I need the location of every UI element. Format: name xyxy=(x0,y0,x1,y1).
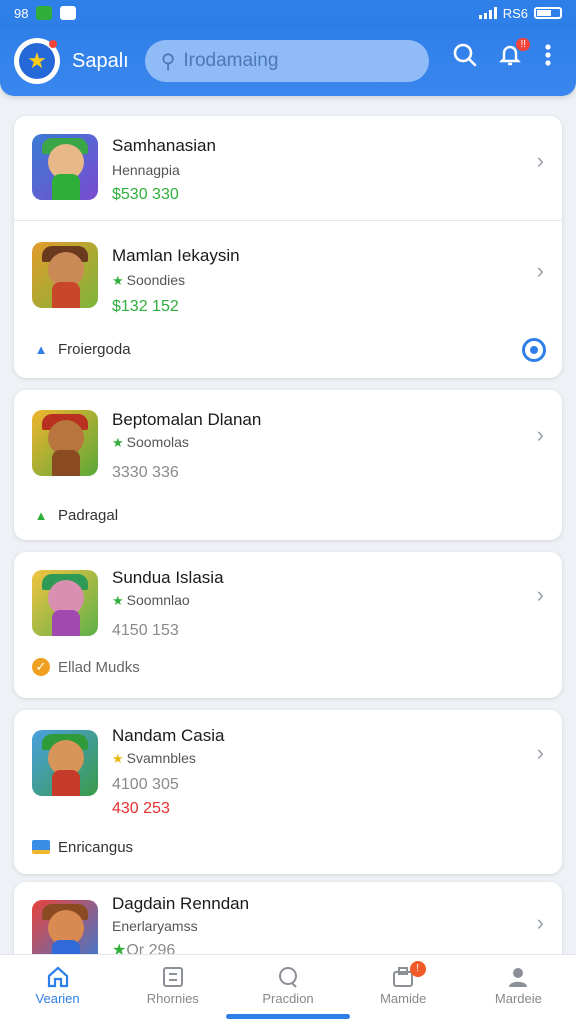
star-icon: ★ xyxy=(112,593,124,608)
item-price: 4150 153 xyxy=(112,622,179,639)
app-title: Sapalı xyxy=(72,49,129,72)
profile-icon xyxy=(506,965,530,991)
item-price: 3330 336 xyxy=(112,464,179,481)
item-subtitle: Enerlaryamss xyxy=(112,918,198,934)
item-subtitle: ★ Soomnlao xyxy=(112,592,190,608)
nav-item-home[interactable]: Vearien xyxy=(0,955,115,1024)
item-subtitle: ★ Soomolas xyxy=(112,434,189,450)
game-thumbnail xyxy=(32,134,98,200)
nav-badge: ! xyxy=(409,961,426,977)
nav-item-store[interactable]: ! Mamide xyxy=(346,955,461,1024)
search-icon: ⚲ xyxy=(160,50,176,73)
item-price: $132 152 xyxy=(112,298,179,315)
nav-label: Pracdion xyxy=(262,991,314,1006)
item-subtitle: ★ Soondies xyxy=(112,272,186,288)
star-icon: ★ xyxy=(19,43,55,79)
logo-dot xyxy=(49,40,57,48)
building-icon: ▲ xyxy=(34,341,48,357)
search-icon[interactable] xyxy=(452,42,478,75)
item-footer[interactable]: Enricangus xyxy=(32,838,133,856)
nav-item-profile[interactable]: Mardeie xyxy=(461,955,576,1024)
star-icon: ★ xyxy=(112,435,124,450)
home-icon xyxy=(46,965,70,991)
list-card[interactable]: Sunduа Islasia ★ Soomnlao 4150 153 › ✓ El… xyxy=(14,552,562,698)
message-icon xyxy=(36,6,53,20)
badge-icon: ✓ xyxy=(32,658,50,676)
radio-button[interactable] xyxy=(522,338,546,362)
grid-icon xyxy=(161,965,185,991)
chevron-right-icon: › xyxy=(536,422,544,447)
item-title: Nandam Casia xyxy=(112,726,225,745)
nav-label: Mardeie xyxy=(494,991,542,1006)
home-indicator xyxy=(226,1014,350,1019)
list-card[interactable]: Beptomalan Dlanan ★ Soomolas 3330 336 › ▲… xyxy=(14,390,562,540)
status-bar: 98 RS6 xyxy=(0,0,576,26)
search-input[interactable] xyxy=(183,50,394,72)
more-options-icon[interactable] xyxy=(544,42,552,75)
item-title: Dagdain Renndan xyxy=(112,894,250,913)
star-icon: ★ xyxy=(112,273,124,288)
nav-label: Vearien xyxy=(35,991,80,1006)
star-icon: ★ xyxy=(112,751,124,766)
list-item[interactable]: Samhanasian Hennagpia $530 330 › xyxy=(14,116,562,224)
chevron-right-icon: › xyxy=(536,148,544,173)
status-time: 98 xyxy=(14,5,29,21)
signal-icon xyxy=(478,7,497,19)
app-notification-icon xyxy=(60,6,77,20)
divider xyxy=(14,220,562,221)
item-footer[interactable]: ✓ Ellad Mudks xyxy=(32,658,140,676)
item-title: Samhanasian xyxy=(112,136,216,155)
list-item[interactable]: Mamlan Iekaysin ★ Soondies $132 152 › xyxy=(14,222,562,330)
status-network: RS6 xyxy=(502,5,528,21)
item-footer[interactable]: ▲ Padragal xyxy=(32,506,118,524)
item-subtitle: Hennagpia xyxy=(112,162,180,178)
item-subtitle: ★ Svamnbles xyxy=(112,750,196,766)
chat-icon xyxy=(276,965,300,991)
search-bar[interactable]: ⚲ xyxy=(144,40,429,82)
notification-badge: !! xyxy=(516,38,530,51)
game-thumbnail xyxy=(32,730,98,796)
mountain-icon: ▲ xyxy=(34,507,48,523)
chevron-right-icon: › xyxy=(536,258,544,283)
chevron-right-icon: › xyxy=(536,910,544,935)
card-icon xyxy=(32,838,50,856)
item-footer[interactable]: ▲ Froiergoda xyxy=(32,340,131,358)
item-price: 4100 305 xyxy=(112,776,179,793)
game-thumbnail xyxy=(32,242,98,308)
app-bar: ★ Sapalı ⚲ !! xyxy=(0,26,576,96)
item-sale-price: 430 253 xyxy=(112,800,170,817)
chevron-right-icon: › xyxy=(536,740,544,765)
item-title: Beptomalan Dlanan xyxy=(112,410,262,429)
bell-icon[interactable]: !! xyxy=(498,38,530,75)
list-card: Samhanasian Hennagpia $530 330 › Mamlan … xyxy=(14,116,562,378)
nav-item-grid[interactable]: Rhornies xyxy=(115,955,230,1024)
battery-icon xyxy=(534,7,562,19)
item-price: $530 330 xyxy=(112,186,179,203)
app-logo[interactable]: ★ xyxy=(14,38,60,84)
chevron-right-icon: › xyxy=(536,582,544,607)
nav-label: Rhornies xyxy=(146,991,199,1006)
game-thumbnail xyxy=(32,410,98,476)
item-title: Sunduа Islasia xyxy=(112,568,224,587)
list-card[interactable]: Nandam Casia ★ Svamnbles 4100 305 430 253… xyxy=(14,710,562,874)
item-title: Mamlan Iekaysin xyxy=(112,246,240,265)
nav-label: Mamide xyxy=(380,991,427,1006)
game-thumbnail xyxy=(32,570,98,636)
